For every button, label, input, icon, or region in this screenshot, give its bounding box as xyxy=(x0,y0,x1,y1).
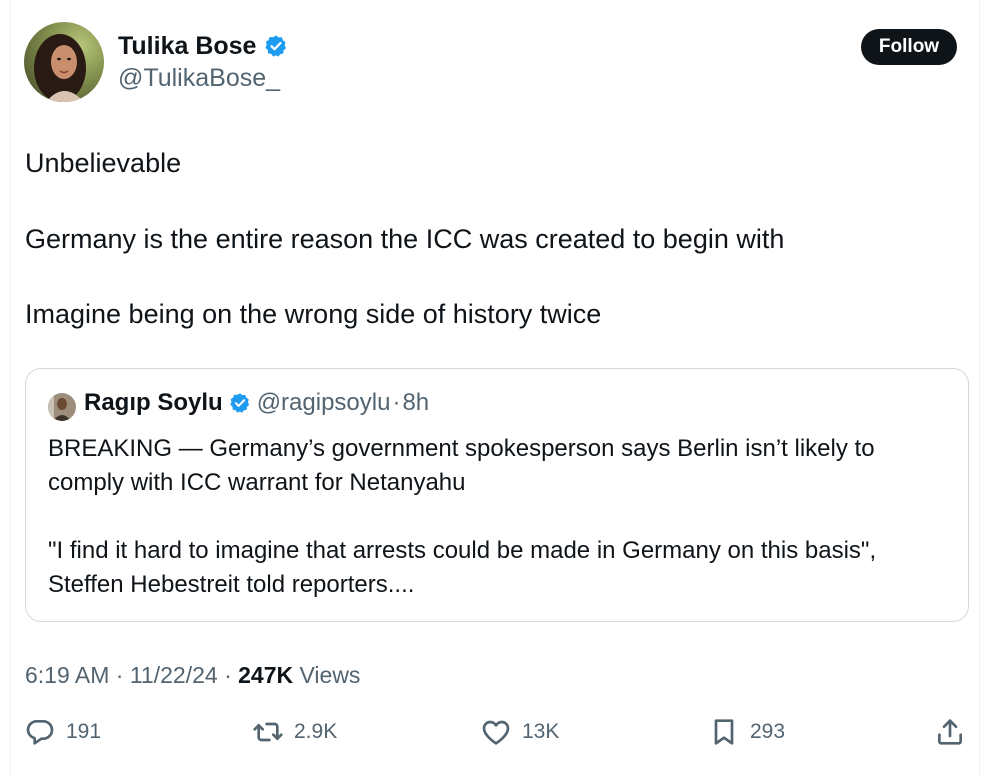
views-label: Views xyxy=(299,662,361,688)
verified-badge-icon xyxy=(229,392,251,414)
quoted-tweet-time: 8h xyxy=(402,389,430,416)
quoted-author-handle: @ragipsoylu xyxy=(256,389,391,416)
quoted-author-avatar xyxy=(48,393,76,421)
author-display-name[interactable]: Tulika Bose xyxy=(118,30,256,62)
tweet-text-line-2: Germany is the entire reason the ICC was… xyxy=(25,224,785,254)
meta-separator: · xyxy=(115,662,124,688)
author-name-row[interactable]: Tulika Bose xyxy=(118,30,288,62)
tweet-text-line-1: Unbelievable xyxy=(25,148,182,178)
share-button[interactable] xyxy=(934,712,966,752)
reply-count: 191 xyxy=(66,720,102,743)
retweet-count: 2.9K xyxy=(294,720,338,743)
quoted-text-line-1: BREAKING — Germany’s government spokespe… xyxy=(48,435,875,462)
quoted-author-name: Ragıp Soylu xyxy=(84,389,223,416)
verified-badge-icon xyxy=(264,34,288,58)
retweet-icon xyxy=(252,716,284,748)
quoted-tweet-header: Ragıp Soylu @ragipsoylu · 8h xyxy=(84,389,429,417)
reply-icon xyxy=(24,716,56,748)
quoted-tweet-card[interactable]: Ragıp Soylu @ragipsoylu · 8h BREAKING — … xyxy=(25,368,969,622)
tweet-date[interactable]: 11/22/24 xyxy=(130,662,218,688)
like-count: 13K xyxy=(522,720,560,743)
views-count: 247K xyxy=(238,662,294,688)
tweet-text-line-3: Imagine being on the wrong side of histo… xyxy=(25,299,602,329)
retweet-button[interactable]: 2.9K xyxy=(252,712,337,752)
reply-button[interactable]: 191 xyxy=(24,712,101,752)
tweet-time[interactable]: 6:19 AM xyxy=(25,662,109,688)
bookmark-icon xyxy=(708,716,740,748)
share-icon xyxy=(934,716,966,748)
quoted-text-line-4: Steffen Hebestreit told reporters.... xyxy=(48,571,415,598)
quoted-text-line-3: "I find it hard to imagine that arrests … xyxy=(48,537,877,564)
meta-separator: · xyxy=(224,662,232,688)
quoted-separator: · xyxy=(392,389,401,416)
author-avatar[interactable] xyxy=(24,22,104,102)
quoted-text-line-2: comply with ICC warrant for Netanyahu xyxy=(48,469,466,496)
bookmark-count: 293 xyxy=(750,720,786,743)
follow-button[interactable]: Follow xyxy=(861,29,957,65)
bookmark-button[interactable]: 293 xyxy=(708,712,785,752)
like-button[interactable]: 13K xyxy=(480,712,559,752)
tweet-meta: 6:19 AM · 11/22/24 · 247K Views xyxy=(25,658,360,692)
heart-icon xyxy=(480,716,512,748)
author-handle[interactable]: @TulikaBose_ xyxy=(118,62,280,94)
